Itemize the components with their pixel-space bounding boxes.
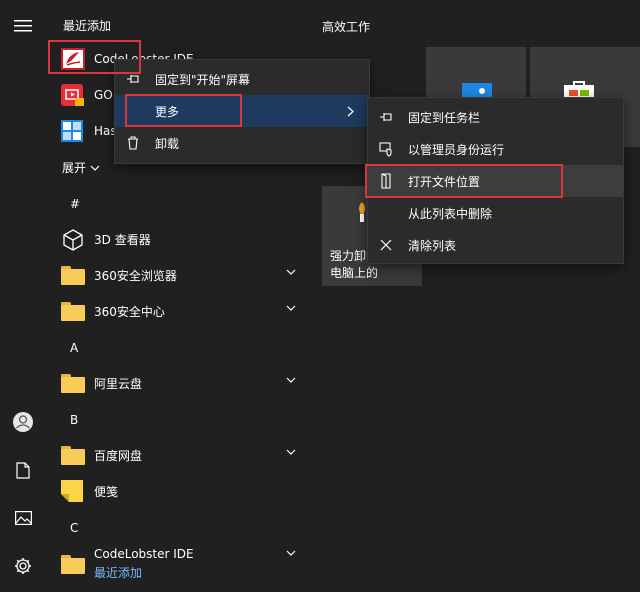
recently-added-tag: 最近添加 <box>94 566 143 580</box>
chevron-down-icon[interactable] <box>286 449 296 455</box>
trash-icon <box>128 136 138 150</box>
hamburger-menu-icon[interactable] <box>7 10 39 42</box>
group-letter-b[interactable]: B <box>70 413 78 427</box>
close-icon <box>380 239 392 251</box>
tile-group-title[interactable]: 高效工作 <box>322 18 370 35</box>
highlight-box-open-location <box>365 164 563 198</box>
recent-section-title: 最近添加 <box>63 19 112 33</box>
menu-item-pin-to-start[interactable]: 固定到"开始"屏幕 <box>115 63 369 95</box>
highlight-box-more <box>125 94 242 127</box>
submenu-item-clear-list[interactable]: 清除列表 <box>368 229 623 261</box>
app-sticky-notes[interactable]: 便笺 <box>46 473 310 509</box>
app-label: 阿里云盘 <box>94 376 143 391</box>
expand-toggle[interactable]: 展开 <box>62 159 100 176</box>
submenu-item-pin-taskbar[interactable]: 固定到任务栏 <box>368 101 623 133</box>
group-letter-c[interactable]: C <box>70 521 78 535</box>
app-aliyun-drive[interactable]: 阿里云盘 <box>46 365 310 401</box>
folder-icon <box>61 553 85 575</box>
app-label: CodeLobster IDE <box>94 547 194 561</box>
app-360-browser[interactable]: 360安全浏览器 <box>46 257 310 293</box>
admin-shield-icon <box>379 142 392 157</box>
menu-item-label: 卸载 <box>155 136 180 151</box>
submenu-item-run-as-admin[interactable]: 以管理员身份运行 <box>368 133 623 165</box>
user-avatar-icon[interactable] <box>7 406 39 438</box>
folder-icon <box>61 300 85 322</box>
chevron-down-icon[interactable] <box>286 305 296 311</box>
folder-icon <box>61 264 85 286</box>
app-label: 百度网盘 <box>94 448 143 463</box>
sticky-notes-icon <box>61 480 85 502</box>
recent-item-label: GO <box>94 88 113 102</box>
app-3d-viewer[interactable]: 3D 查看器 <box>46 221 310 257</box>
chevron-down-icon <box>90 165 100 171</box>
3d-cube-icon <box>61 228 85 251</box>
app-label: 便笺 <box>94 484 119 499</box>
submenu-item-label: 固定到任务栏 <box>408 110 481 125</box>
left-rail <box>0 0 46 592</box>
folder-icon <box>61 444 85 466</box>
pin-icon <box>380 113 392 121</box>
app-label: 3D 查看器 <box>94 232 151 247</box>
app-label: 360安全浏览器 <box>94 268 177 283</box>
submenu-item-label: 清除列表 <box>408 238 457 253</box>
chevron-down-icon[interactable] <box>286 269 296 275</box>
has-app-icon <box>61 120 85 142</box>
app-label: 360安全中心 <box>94 304 165 319</box>
app-360-security[interactable]: 360安全中心 <box>46 293 310 329</box>
app-codelobster-folder[interactable]: CodeLobster IDE 最近添加 <box>46 545 310 581</box>
settings-gear-icon[interactable] <box>7 550 39 582</box>
expand-label: 展开 <box>62 161 87 175</box>
menu-item-label: 固定到"开始"屏幕 <box>155 72 251 87</box>
group-letter-hash[interactable]: # <box>70 197 80 211</box>
highlight-box-app <box>48 40 141 74</box>
documents-icon[interactable] <box>7 454 39 486</box>
app-baidu-netdisk[interactable]: 百度网盘 <box>46 437 310 473</box>
submenu-item-label: 以管理员身份运行 <box>408 142 505 157</box>
chevron-right-icon <box>347 106 354 117</box>
submenu-item-remove-from-list[interactable]: 从此列表中删除 <box>368 197 623 229</box>
pictures-icon[interactable] <box>7 502 39 534</box>
submenu-item-label: 从此列表中删除 <box>408 206 493 221</box>
go-app-icon <box>61 84 85 106</box>
chevron-down-icon[interactable] <box>286 377 296 383</box>
group-letter-a[interactable]: A <box>70 341 78 355</box>
menu-item-uninstall[interactable]: 卸载 <box>115 127 369 159</box>
folder-icon <box>61 372 85 394</box>
chevron-down-icon[interactable] <box>286 550 296 556</box>
